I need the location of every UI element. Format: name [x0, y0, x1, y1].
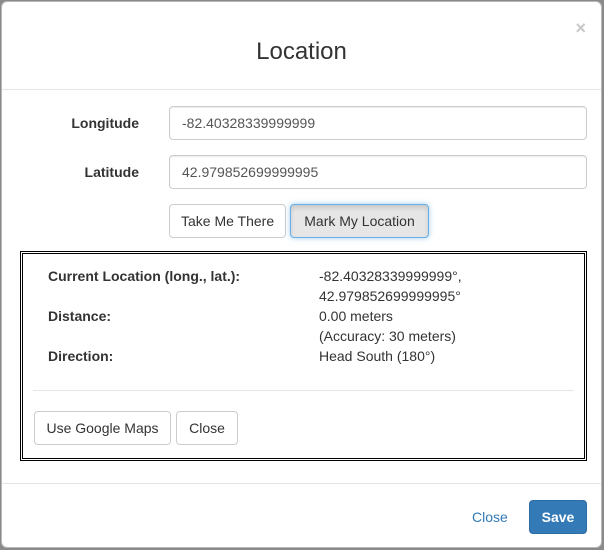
- modal-header: Location ×: [2, 2, 601, 90]
- save-button[interactable]: Save: [529, 500, 587, 534]
- direction-label: Direction:: [48, 348, 114, 364]
- info-divider: [33, 390, 574, 391]
- longitude-label: Longitude: [71, 115, 139, 131]
- current-location-latitude: 42.979852699999995°: [319, 288, 461, 304]
- current-location-label: Current Location (long., lat.):: [48, 268, 241, 284]
- current-location-longitude: -82.40328339999999°,: [319, 268, 462, 284]
- location-modal: Location × Longitude Latitude Take Me Th…: [1, 1, 602, 548]
- modal-title: Location: [256, 38, 347, 65]
- distance-label: Distance:: [48, 308, 112, 324]
- mark-my-location-button[interactable]: Mark My Location: [290, 204, 429, 238]
- close-icon[interactable]: ×: [575, 18, 586, 38]
- latitude-input[interactable]: [169, 155, 587, 189]
- footer-close-button[interactable]: Close: [472, 500, 508, 534]
- info-close-button[interactable]: Close: [176, 411, 238, 445]
- accuracy-value: (Accuracy: 30 meters): [319, 328, 456, 344]
- take-me-there-button[interactable]: Take Me There: [169, 204, 286, 238]
- longitude-input[interactable]: [169, 106, 587, 140]
- location-info-panel: Current Location (long., lat.): -82.4032…: [20, 251, 587, 461]
- latitude-label: Latitude: [84, 164, 139, 180]
- modal-footer: Close Save: [2, 483, 601, 549]
- distance-value: 0.00 meters: [319, 308, 393, 324]
- direction-value: Head South (180°): [319, 348, 436, 364]
- use-google-maps-button[interactable]: Use Google Maps: [34, 411, 171, 445]
